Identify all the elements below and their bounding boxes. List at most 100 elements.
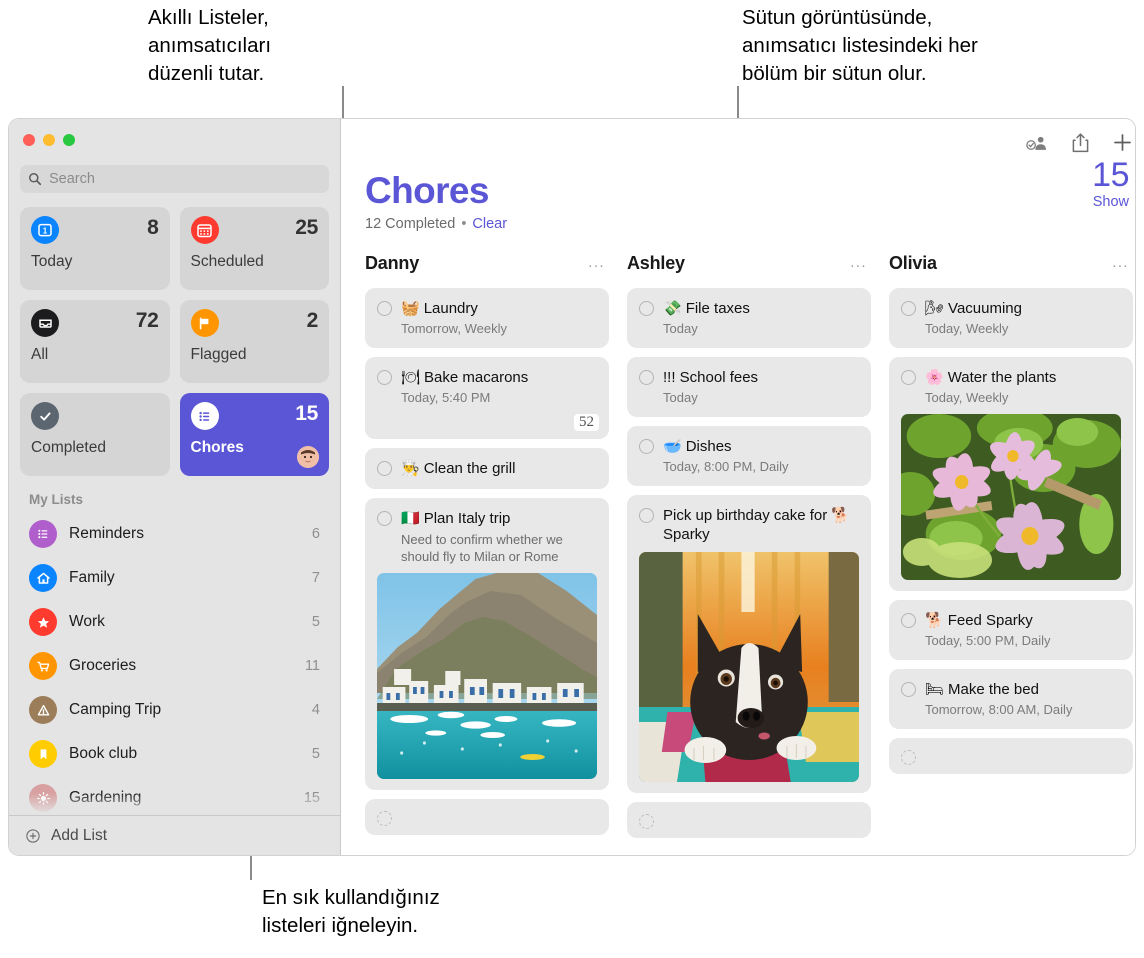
callout-smart-lists: Akıllı Listeler, anımsatıcıları düzenli …: [148, 6, 272, 85]
close-button[interactable]: [23, 134, 35, 146]
my-lists-container[interactable]: Reminders 6 Family 7 Work 5 Groceries 11…: [9, 512, 340, 815]
smart-list-today[interactable]: 1 8 Today: [20, 207, 170, 290]
list-item-family[interactable]: Family 7: [20, 556, 329, 600]
complete-checkbox[interactable]: [377, 301, 392, 316]
list-header: Chores 12 Completed • Clear 15 Show: [341, 157, 1135, 232]
complete-checkbox[interactable]: [901, 682, 916, 697]
smart-list-flagged[interactable]: 2 Flagged: [179, 300, 329, 383]
search-field[interactable]: Search: [20, 165, 329, 193]
reminder-card[interactable]: !!! School fees Today: [627, 357, 871, 417]
plus-icon[interactable]: [1112, 132, 1133, 158]
show-button[interactable]: Show: [1092, 194, 1129, 210]
complete-checkbox[interactable]: [377, 811, 392, 826]
column-menu-button[interactable]: ...: [1112, 255, 1129, 270]
smart-list-all[interactable]: 72 All: [20, 300, 170, 383]
reminder-card[interactable]: 🍽 Bake macarons Today, 5:40 PM 52: [365, 357, 609, 439]
reminder-title-text: File taxes: [685, 300, 750, 317]
complete-checkbox[interactable]: [901, 750, 916, 765]
column-cards: 🌬 Vacuuming Today, Weekly 🌸 Water the plan…: [889, 288, 1135, 774]
complete-checkbox[interactable]: [377, 370, 392, 385]
reminder-title: 🛏 Make the bed: [925, 680, 1121, 699]
screenshot-root: Akıllı Listeler, anımsatıcıları düzenli …: [0, 0, 1144, 958]
checkmark-icon: [31, 402, 59, 430]
column-title: Danny: [365, 252, 420, 273]
reminder-title-text: Bake macarons: [424, 369, 529, 386]
reminder-card[interactable]: 🌬 Vacuuming Today, Weekly: [889, 288, 1133, 348]
reminder-subtitle: Today, 5:40 PM: [401, 390, 491, 405]
complete-checkbox[interactable]: [901, 370, 916, 385]
list-item-label: Work: [69, 613, 105, 630]
complete-checkbox[interactable]: [639, 439, 654, 454]
smart-list-scheduled[interactable]: 25 Scheduled: [179, 207, 329, 290]
list-item-label: Camping Trip: [69, 701, 162, 718]
search-icon: [29, 173, 42, 186]
avatar: [297, 446, 319, 468]
house-icon: [29, 564, 57, 592]
reminder-card[interactable]: 👨‍🍳 Clean the grill: [365, 448, 609, 489]
column-menu-button[interactable]: ...: [850, 255, 867, 270]
smart-list-completed[interactable]: Completed: [20, 393, 170, 476]
reminder-card[interactable]: 🥣 Dishes Today, 8:00 PM, Daily: [627, 426, 871, 486]
reminder-title-text: !!! School fees: [663, 369, 759, 386]
list-item-count: 11: [304, 658, 320, 674]
smart-list-chores[interactable]: 15 Chores: [179, 393, 329, 476]
window-controls: [9, 119, 340, 161]
complete-checkbox[interactable]: [639, 301, 654, 316]
smart-list-label: Scheduled: [190, 253, 264, 270]
reminder-card[interactable]: 🐕 Feed Sparky Today, 5:00 PM, Daily: [889, 600, 1133, 660]
list-item-reminders[interactable]: Reminders 6: [20, 512, 329, 556]
sun-icon: [29, 784, 57, 812]
complete-checkbox[interactable]: [639, 814, 654, 829]
my-lists-header: My Lists: [29, 492, 84, 507]
list-bullet-icon: [29, 520, 57, 548]
reminder-title-text: Clean the grill: [423, 460, 516, 477]
column-ashley: Ashley ... 💸 File taxes Today !!! School…: [627, 250, 889, 855]
completed-row: 12 Completed • Clear: [365, 216, 1127, 232]
list-item-count: 5: [311, 614, 320, 630]
reminder-card[interactable]: 💸 File taxes Today: [627, 288, 871, 348]
calendar-icon: [190, 216, 219, 244]
minimize-button[interactable]: [43, 134, 55, 146]
complete-checkbox[interactable]: [377, 461, 392, 476]
new-reminder-placeholder[interactable]: [365, 799, 609, 835]
flag-icon: [190, 309, 219, 337]
add-person-icon[interactable]: [1025, 133, 1049, 158]
bed-emoji-icon: 🛏: [925, 681, 945, 698]
reminder-title: 👨‍🍳 Clean the grill: [401, 459, 597, 478]
smart-list-count: 25: [295, 216, 318, 239]
reminder-badge: 52: [574, 414, 599, 431]
complete-checkbox[interactable]: [901, 301, 916, 316]
list-item-label: Gardening: [69, 789, 142, 806]
complete-checkbox[interactable]: [377, 511, 392, 526]
reminder-title: !!! School fees: [663, 368, 859, 387]
list-item-book-club[interactable]: Book club 5: [20, 732, 329, 776]
page-title: Chores: [365, 170, 489, 211]
list-item-camping-trip[interactable]: Camping Trip 4: [20, 688, 329, 732]
reminder-card[interactable]: 🌸 Water the plants Today, Weekly: [889, 357, 1133, 591]
complete-checkbox[interactable]: [639, 508, 654, 523]
list-item-groceries[interactable]: Groceries 11: [20, 644, 329, 688]
reminder-title: 🐕 Feed Sparky: [925, 611, 1121, 630]
flowers-photo: [901, 414, 1121, 580]
list-item-gardening[interactable]: Gardening 15: [20, 776, 329, 815]
reminder-title-text: Laundry: [423, 300, 478, 317]
zoom-button[interactable]: [63, 134, 75, 146]
reminder-card[interactable]: Pick up birthday cake for 🐕 Sparky: [627, 495, 871, 793]
reminder-card[interactable]: 🛏 Make the bed Tomorrow, 8:00 AM, Daily: [889, 669, 1133, 729]
new-reminder-placeholder[interactable]: [627, 802, 871, 838]
complete-checkbox[interactable]: [901, 613, 916, 628]
list-item-work[interactable]: Work 5: [20, 600, 329, 644]
plus-circle-icon: [26, 828, 40, 843]
share-icon[interactable]: [1071, 132, 1090, 159]
clear-button[interactable]: Clear: [472, 216, 507, 232]
blossom-emoji-icon: 🌸: [925, 369, 944, 386]
inbox-icon: [31, 309, 59, 337]
add-list-label: Add List: [51, 826, 108, 844]
reminder-card[interactable]: 🧺 Laundry Tomorrow, Weekly: [365, 288, 609, 348]
new-reminder-placeholder[interactable]: [889, 738, 1133, 774]
reminder-card[interactable]: 🇮🇹 Plan Italy trip Need to confirm whethe…: [365, 498, 609, 790]
complete-checkbox[interactable]: [639, 370, 654, 385]
column-menu-button[interactable]: ...: [588, 255, 605, 270]
add-list-button[interactable]: Add List: [9, 815, 340, 855]
calendar-today-icon: 1: [31, 216, 59, 244]
